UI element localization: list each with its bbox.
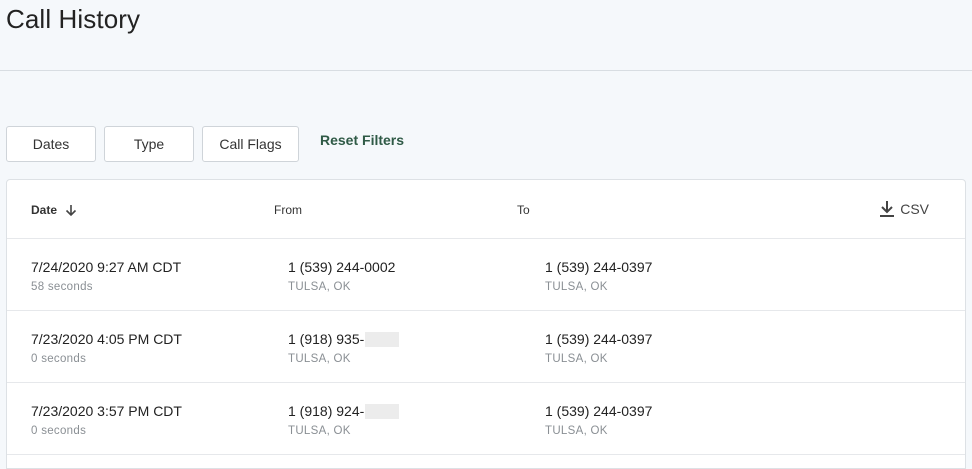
csv-label: CSV [900,201,929,217]
csv-download-button[interactable]: CSV [879,200,929,218]
date-column-header[interactable]: Date [31,203,77,217]
call-duration: 0 seconds [31,425,87,437]
from-number-cell: 1 (918) 924- [288,403,400,419]
call-date: 7/24/2020 9:27 AM CDT [31,259,182,275]
from-number-cell: 1 (918) 935- [288,331,400,347]
type-filter-button[interactable]: Type [104,126,194,162]
from-location: TULSA, OK [288,281,351,293]
from-location: TULSA, OK [288,425,351,437]
from-number: 1 (918) 935- [288,331,365,347]
from-column-header: From [274,203,302,217]
to-number: 1 (539) 244-0397 [545,403,653,419]
dates-filter-button[interactable]: Dates [6,126,96,162]
from-location: TULSA, OK [288,353,351,365]
call-flags-filter-button[interactable]: Call Flags [202,126,299,162]
table-row[interactable]: 7/23/2020 3:57 PM CDT 0 seconds 1 (918) … [7,383,965,455]
call-date: 7/23/2020 3:57 PM CDT [31,403,182,419]
redacted-block [365,404,400,419]
to-number: 1 (539) 244-0397 [545,331,653,347]
to-location: TULSA, OK [545,353,608,365]
filter-bar: Dates Type Call Flags Reset Filters [6,126,404,162]
call-history-table: Date From To CSV 7/24/2020 9:27 AM CDT 5… [6,179,966,469]
download-icon [880,201,895,217]
redacted-block [365,332,400,347]
table-header: Date From To CSV [7,180,965,239]
page-title: Call History [6,4,141,34]
to-location: TULSA, OK [545,425,608,437]
call-date: 7/23/2020 4:05 PM CDT [31,331,182,347]
to-number: 1 (539) 244-0397 [545,259,653,275]
call-duration: 0 seconds [31,353,87,365]
reset-filters-link[interactable]: Reset Filters [320,132,404,148]
table-row[interactable]: 7/23/2020 4:05 PM CDT 0 seconds 1 (918) … [7,311,965,383]
to-column-header: To [517,203,530,217]
date-column-label: Date [31,203,58,217]
table-row[interactable]: 7/24/2020 9:27 AM CDT 58 seconds 1 (539)… [7,239,965,311]
arrow-down-icon [65,204,77,216]
to-location: TULSA, OK [545,281,608,293]
from-number: 1 (918) 924- [288,403,365,419]
call-duration: 58 seconds [31,281,93,293]
from-number: 1 (539) 244-0002 [288,259,396,275]
header-divider [0,70,972,71]
